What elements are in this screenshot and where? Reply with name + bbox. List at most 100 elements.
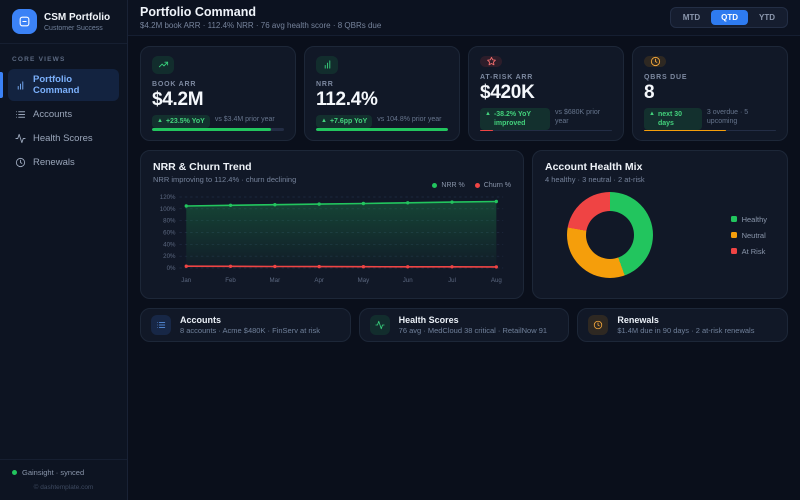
star-alert-icon: [486, 56, 496, 66]
kpi-value: $420K: [480, 82, 535, 103]
quick-card-accounts[interactable]: Accounts 8 accounts · Acme $480K · FinSer…: [140, 308, 351, 342]
range-button-qtd[interactable]: QTD: [711, 10, 748, 25]
kpi-badge-row: ▲ -38.2% YoY improved vs $680K prior year: [480, 108, 612, 131]
sidebar-item-health-scores[interactable]: Health Scores: [8, 128, 119, 149]
quick-card-title: Accounts: [180, 314, 222, 325]
caret-up-icon: ▲: [485, 111, 491, 117]
list-icon: [16, 111, 26, 118]
quick-card-subtitle: 8 accounts · Acme $480K · FinServ at ris…: [180, 326, 321, 336]
donut-legend-item: Healthy: [730, 215, 767, 224]
page-content: BOOK ARR $4.2M ▲ +23.5% YoY vs $3.4M prior y…: [128, 36, 800, 500]
sidebar-section-label: CORE VIEWS: [12, 56, 66, 63]
sidebar-header: CSM Portfolio Customer Success: [0, 0, 127, 44]
quick-card-renewals[interactable]: Renewals $1.4M due in 90 days · 2 at-risk…: [577, 308, 788, 342]
sidebar-item-renewals[interactable]: Renewals: [8, 152, 119, 173]
donut-legend-item: Neutral: [730, 231, 767, 240]
quick-icon-tile: [588, 315, 609, 335]
svg-text:Mar: Mar: [270, 277, 281, 284]
nrr-churn-trend-panel: NRR & Churn Trend NRR improving to 112.4…: [140, 150, 524, 299]
kpi-card-nrr[interactable]: NRR 112.4% ▲ +7.6pp YoY vs 104.8% prior year: [304, 46, 460, 141]
svg-text:20%: 20%: [163, 253, 176, 260]
health-donut-hole: [586, 211, 634, 259]
trend-chart-title: NRR & Churn Trend: [153, 161, 252, 173]
kpi-label: BOOK ARR: [152, 80, 197, 88]
legend-dot-icon: [474, 183, 480, 188]
svg-text:May: May: [358, 277, 370, 284]
kpi-value: 112.4%: [316, 88, 378, 110]
kpi-label: QBRS DUE: [644, 74, 688, 81]
kpi-label: NRR: [316, 80, 334, 88]
kpi-trend-badge: ▲ -38.2% YoY improved: [480, 108, 550, 131]
quick-card-title: Renewals: [617, 314, 659, 325]
kpi-card-at-risk-arr[interactable]: AT-RISK ARR $420K ▲ -38.2% YoY improved vs $…: [468, 46, 624, 141]
list-icon: [157, 322, 166, 328]
sync-status-dot: [12, 470, 17, 475]
legend-swatch-icon: [730, 216, 737, 222]
kpi-card-qbrs-due[interactable]: QBRS DUE 8 ▲ next 30 days 3 overdue · 5 upco…: [632, 46, 788, 141]
page-header: Portfolio Command $4.2M book ARR · 112.4…: [128, 0, 800, 36]
quick-card-health-scores[interactable]: Health Scores 76 avg · MedCloud 38 critic…: [358, 308, 570, 342]
page-subtitle: $4.2M book ARR · 112.4% NRR · 76 avg hea…: [140, 21, 382, 30]
range-button-mtd[interactable]: MTD: [673, 10, 710, 25]
activity-icon: [375, 320, 385, 330]
kpi-icon-tile: [644, 56, 666, 67]
sidebar-item-label: Health Scores: [33, 133, 93, 144]
svg-text:Apr: Apr: [314, 277, 324, 284]
kpi-card-book-arr[interactable]: BOOK ARR $4.2M ▲ +23.5% YoY vs $3.4M prior y…: [140, 46, 296, 141]
quick-card-text: Health Scores 76 avg · MedCloud 38 critic…: [399, 315, 547, 336]
health-donut-legend: Healthy Neutral At Risk: [730, 215, 767, 256]
svg-text:Jan: Jan: [181, 277, 191, 284]
svg-text:100%: 100%: [160, 206, 176, 213]
kpi-label: AT-RISK ARR: [480, 74, 534, 81]
app-logo: [12, 9, 37, 34]
svg-text:80%: 80%: [163, 218, 176, 225]
kpi-comparison-note: 3 overdue · 5 upcoming: [706, 109, 749, 126]
quick-links-row: Accounts 8 accounts · Acme $480K · FinSer…: [140, 308, 788, 342]
account-health-mix-panel: Account Health Mix 4 healthy · 3 neutral…: [532, 150, 788, 299]
kpi-comparison-note: vs $3.4M prior year: [214, 115, 275, 123]
sidebar-item-portfolio-command[interactable]: Portfolio Command: [0, 69, 119, 101]
date-range-switcher: MTD QTD YTD: [669, 7, 788, 28]
trending-up-icon: [158, 62, 168, 68]
bar-chart-icon: [17, 80, 24, 90]
sync-status-text: Gainsight · synced: [22, 468, 85, 477]
kpi-progress-fill: [480, 130, 494, 131]
kpi-progress-track: [644, 130, 776, 131]
svg-text:60%: 60%: [163, 229, 176, 236]
copyright: © dashtemplate.com: [33, 484, 94, 491]
legend-swatch-icon: [730, 248, 737, 254]
sidebar: CSM Portfolio Customer Success CORE VIEW…: [0, 0, 128, 500]
svg-text:120%: 120%: [160, 194, 176, 201]
quick-card-title: Health Scores: [398, 314, 459, 325]
caret-up-icon: ▲: [649, 111, 655, 117]
app-window-icon: [19, 16, 30, 27]
trend-chart-legend: NRR % Churn %: [432, 182, 511, 189]
kpi-progress-fill: [152, 127, 271, 131]
kpi-trend-badge: ▲ next 30 days: [644, 108, 702, 131]
charts-row: NRR & Churn Trend NRR improving to 112.4…: [140, 150, 788, 299]
kpi-icon-tile: [316, 56, 338, 74]
sidebar-item-accounts[interactable]: Accounts: [8, 104, 119, 125]
nrr-churn-line-chart: 0% 20% 40% 60% 80% 100% 120% Jan Feb Mar Apr May Jun…: [160, 194, 504, 284]
kpi-icon-tile: [480, 56, 502, 67]
sidebar-item-label: Accounts: [33, 109, 73, 120]
kpi-trend-badge: ▲ +23.5% YoY: [152, 114, 210, 128]
legend-dot-icon: [432, 183, 438, 188]
health-mix-body: Healthy Neutral At Risk: [545, 192, 775, 278]
sidebar-item-label: Portfolio Command: [33, 74, 80, 96]
clock-icon: [15, 157, 26, 168]
kpi-progress-fill: [316, 127, 448, 131]
kpi-value: 8: [644, 82, 655, 103]
kpi-badge-row: ▲ +7.6pp YoY vs 104.8% prior year: [316, 114, 448, 128]
kpi-progress-track: [480, 130, 612, 131]
range-button-ytd[interactable]: YTD: [749, 10, 785, 25]
quick-icon-tile: [369, 315, 390, 335]
sidebar-nav: Portfolio Command Accounts Health Scores Re…: [0, 69, 127, 173]
svg-text:Jun: Jun: [403, 277, 413, 284]
kpi-badge-row: ▲ +23.5% YoY vs $3.4M prior year: [152, 114, 284, 128]
kpi-badge-row: ▲ next 30 days 3 overdue · 5 upcoming: [644, 108, 776, 131]
sidebar-item-label: Renewals: [33, 157, 75, 168]
kpi-progress-track: [316, 127, 448, 131]
kpi-comparison-note: vs 104.8% prior year: [377, 115, 442, 123]
svg-text:40%: 40%: [163, 241, 176, 248]
